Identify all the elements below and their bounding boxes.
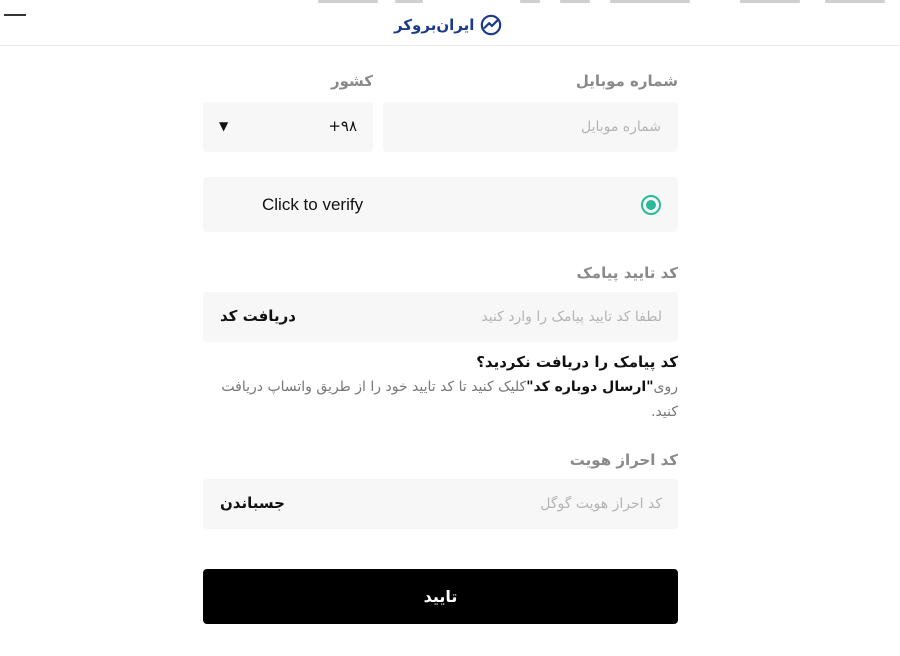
country-select[interactable]: ▼ +۹۸ (203, 102, 373, 152)
sms-code-label: کد تایید پیامک (576, 264, 678, 282)
auth-code-label: کد احراز هویت (569, 451, 678, 469)
resend-code-link[interactable]: "ارسال دوباره کد" (526, 379, 653, 395)
auth-code-input[interactable] (313, 494, 662, 514)
nav-item-cutoff[interactable] (560, 0, 590, 3)
captcha-label: Click to verify (262, 195, 364, 214)
verified-status-icon (641, 195, 661, 215)
nav-item-cutoff[interactable] (740, 0, 800, 3)
captcha-widget[interactable]: Click to verify (203, 177, 678, 232)
resend-help-text: روی"ارسال دوباره کد"کلیک کنید تا کد تایی… (218, 375, 678, 425)
paste-button[interactable]: جسباندن (220, 494, 285, 512)
mobile-label: شماره موبایل (575, 72, 678, 90)
get-code-button[interactable]: دریافت کد (220, 307, 296, 325)
mobile-field[interactable] (383, 102, 678, 152)
nav-item-cutoff[interactable] (318, 0, 378, 3)
nav-item-cutoff[interactable] (395, 0, 423, 3)
nav-item-cutoff[interactable] (610, 0, 690, 3)
nav-item-cutoff[interactable] (520, 0, 540, 3)
sms-code-input[interactable] (313, 307, 662, 327)
country-code-value: +۹۸ (328, 117, 357, 135)
menu-icon[interactable] (4, 14, 26, 16)
brand-logo[interactable]: ایران‌بروکر (394, 12, 502, 38)
help-text-before: روی (653, 379, 678, 395)
auth-code-field[interactable]: جسباندن (203, 479, 678, 529)
logo-text: ایران‌بروکر (394, 16, 475, 34)
top-navigation-bar: ایران‌بروکر (0, 0, 900, 46)
submit-button[interactable]: تایید (203, 569, 678, 624)
nav-item-cutoff[interactable] (825, 0, 885, 3)
chart-trend-icon (481, 14, 502, 36)
mobile-input[interactable] (399, 117, 661, 137)
country-label: کشور (330, 72, 373, 90)
resend-help-title: کد پیامک را دریافت نکردید؟ (476, 353, 678, 371)
chevron-down-icon: ▼ (219, 119, 229, 133)
sms-code-field[interactable]: دریافت کد (203, 292, 678, 342)
